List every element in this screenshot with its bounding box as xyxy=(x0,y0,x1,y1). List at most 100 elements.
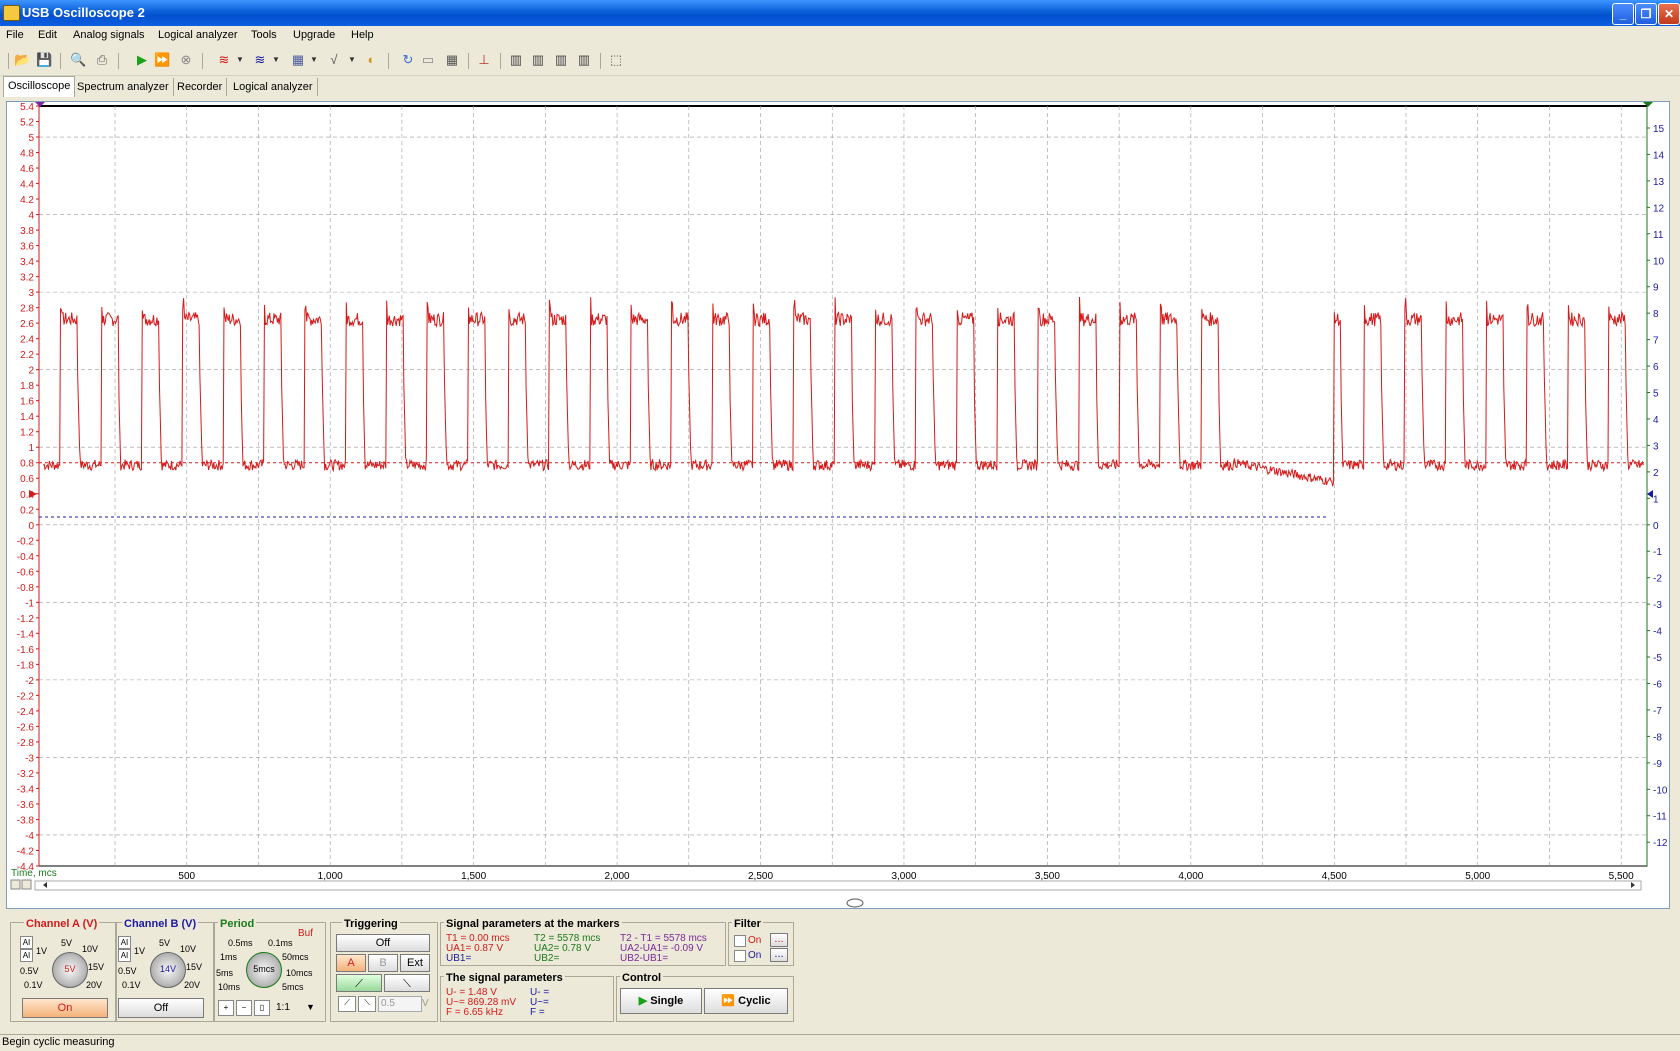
right-axis-tick-label: -1 xyxy=(1653,547,1662,558)
calculator-icon[interactable]: ▦ xyxy=(290,52,306,68)
channel-a-range-knob[interactable]: 5V xyxy=(52,952,88,988)
channel-b-ac-icon[interactable]: AI xyxy=(118,949,131,962)
single-button[interactable]: ▶ Single xyxy=(620,988,702,1014)
status-text: Begin cyclic measuring xyxy=(2,1036,115,1048)
math-function-icon[interactable]: √ xyxy=(326,52,342,68)
chevron-down-icon[interactable]: ▼ xyxy=(306,52,322,68)
trigger-level-unit: V xyxy=(422,998,429,1009)
menu-upgrade[interactable]: Upgrade xyxy=(293,29,335,41)
channel-a-on-button[interactable]: On xyxy=(22,998,108,1018)
filter-a-label: On xyxy=(748,935,762,946)
channel-b-ai-icon[interactable]: AI xyxy=(118,936,131,949)
menu-help[interactable]: Help xyxy=(351,29,374,41)
channel-b-label-5v: 5V xyxy=(159,938,171,948)
right-axis: 1514131211109876543210-1-2-3-4-5-6-7-8-9… xyxy=(1646,106,1668,866)
channel-b-off-button[interactable]: Off xyxy=(118,998,204,1018)
control-area: Channel A (V) AI AI 5V 10V 1V 15V 0.5V 2… xyxy=(6,912,1668,1022)
left-axis-tick-label: -4 xyxy=(25,831,34,842)
left-axis-tick-label: 0 xyxy=(28,521,34,532)
cursor-markers-icon[interactable]: ⊥ xyxy=(476,52,492,68)
period-label-01ms: 0.1ms xyxy=(268,938,293,948)
falling-edge-button[interactable]: ⟍ xyxy=(384,974,430,992)
chevron-down-icon[interactable]: ▼ xyxy=(232,52,248,68)
period-knob[interactable]: 5mcs xyxy=(246,952,282,988)
tab-spectrum-analyzer[interactable]: Spectrum analyzer xyxy=(73,78,174,96)
toolbar-separator xyxy=(118,53,119,69)
print-icon[interactable]: ⎙ xyxy=(94,52,110,68)
display-mode-4-icon[interactable]: ▥ xyxy=(576,52,592,68)
menu-analog-signals[interactable]: Analog signals xyxy=(73,29,145,41)
tab-logical-analyzer[interactable]: Logical analyzer xyxy=(229,78,318,96)
marker-params-title: Signal parameters at the markers xyxy=(444,918,622,930)
filter-b-settings-button[interactable]: ... xyxy=(770,948,788,962)
trigger-level-input[interactable]: 0.5 xyxy=(378,996,422,1012)
channel-a-signal-icon[interactable]: ≋ xyxy=(216,52,232,68)
oscilloscope-plot[interactable]: 5.4 5.2 5 4.8 4.6 4.4 4.2 4 3.8 3.6 3.4 3.2 3 2.8 2.6 2… xyxy=(6,101,1670,909)
ratio-dropdown-icon[interactable]: ▼ xyxy=(306,1002,315,1012)
right-axis-tick-label: 10 xyxy=(1653,256,1665,267)
chevron-down-icon[interactable]: ▼ xyxy=(344,52,360,68)
channel-b-range-knob[interactable]: 14V xyxy=(150,952,186,988)
tab-oscilloscope[interactable]: Oscilloscope xyxy=(3,76,76,97)
left-axis-tick-label: 3.4 xyxy=(20,257,34,268)
period-ratio: 1:1 xyxy=(276,1002,290,1013)
fast-forward-icon[interactable]: ⏩ xyxy=(154,52,170,68)
zoom-in-icon[interactable]: + xyxy=(218,1000,234,1016)
save-icon[interactable]: 💾 xyxy=(36,52,52,68)
rising-edge-button[interactable]: ⟋ xyxy=(336,974,382,992)
tab-bar: Oscilloscope Spectrum analyzer Recorder … xyxy=(0,76,1680,98)
menu-file[interactable]: File xyxy=(6,29,24,41)
toolbar-separator xyxy=(388,53,389,69)
plot-canvas[interactable]: 5.4 5.2 5 4.8 4.6 4.4 4.2 4 3.8 3.6 3.4 3.2 3 2.8 2.6 2… xyxy=(7,102,1669,908)
play-icon[interactable]: ▶ xyxy=(134,52,150,68)
chevron-down-icon[interactable]: ▼ xyxy=(268,52,284,68)
filter-title: Filter xyxy=(732,918,763,930)
period-label-10mcs: 10mcs xyxy=(286,968,313,978)
stop-icon[interactable]: ⊗ xyxy=(178,52,194,68)
filter-a-settings-button[interactable]: ... xyxy=(770,933,788,947)
close-button[interactable]: ✕ xyxy=(1658,3,1680,25)
clear-icon[interactable]: ▭ xyxy=(420,52,436,68)
marker-delta-ub: UB2-UB1= xyxy=(620,953,669,964)
minimize-button[interactable]: _ xyxy=(1612,3,1634,25)
display-mode-2-icon[interactable]: ▥ xyxy=(530,52,546,68)
trigger-source-ext[interactable]: Ext xyxy=(400,954,430,972)
right-axis-tick-label: -11 xyxy=(1653,812,1667,823)
trigger-auto-icon[interactable]: ⟋ xyxy=(338,996,356,1012)
trigger-source-a[interactable]: A xyxy=(336,954,366,972)
period-knob-value: 5mcs xyxy=(253,964,275,974)
channel-b-zero-icon xyxy=(1647,490,1653,498)
tab-recorder[interactable]: Recorder xyxy=(173,78,228,96)
filter-b-checkbox[interactable] xyxy=(734,950,746,962)
left-axis-tick-label: -3.2 xyxy=(17,769,35,780)
param-frequency: F = 6.65 kHz xyxy=(446,1007,503,1018)
trigger-source-b[interactable]: B xyxy=(368,954,398,972)
channel-a-ai-icon[interactable]: AI xyxy=(20,936,33,949)
channel-a-ac-icon[interactable]: AI xyxy=(20,949,33,962)
open-icon[interactable]: 📂 xyxy=(14,52,30,68)
toolbar: 📂 💾 🔍 ⎙ ▶ ⏩ ⊗ ≋ ▼ ≋ ▼ ▦ ▼ √ ▼ ◖ ↻ ▭ ▦ ⊥ … xyxy=(0,47,1680,76)
menu-edit[interactable]: Edit xyxy=(38,29,57,41)
cyclic-button[interactable]: ⏩ Cyclic xyxy=(704,988,788,1014)
title-bar: USB Oscilloscope 2 _ ❐ ✕ xyxy=(0,0,1680,26)
zoom-out-icon[interactable]: − xyxy=(236,1000,252,1016)
channel-b-signal-icon[interactable]: ≋ xyxy=(252,52,268,68)
filter-a-checkbox[interactable] xyxy=(734,935,746,947)
triggering-title: Triggering xyxy=(342,918,400,930)
collapse-panel-icon xyxy=(846,898,864,908)
menu-tools[interactable]: Tools xyxy=(251,29,277,41)
grid-icon[interactable]: ▦ xyxy=(444,52,460,68)
trigger-mode-button[interactable]: Off xyxy=(336,934,430,952)
restore-button[interactable]: ❐ xyxy=(1635,3,1657,25)
trigger-norm-icon[interactable]: ⟍ xyxy=(358,996,376,1012)
speaker-icon[interactable]: ◖ xyxy=(362,52,378,68)
menu-logical-analyzer[interactable]: Logical analyzer xyxy=(158,29,238,41)
display-mode-1-icon[interactable]: ▥ xyxy=(508,52,524,68)
left-axis-tick-label: 1.6 xyxy=(20,397,34,408)
right-axis-tick-label: 9 xyxy=(1653,283,1659,294)
refresh-icon[interactable]: ↻ xyxy=(400,52,416,68)
print-preview-icon[interactable]: 🔍 xyxy=(70,52,86,68)
display-mode-3-icon[interactable]: ▥ xyxy=(553,52,569,68)
device-icon[interactable]: ⬚ xyxy=(608,52,624,68)
page-icon[interactable]: ▯ xyxy=(254,1000,270,1016)
